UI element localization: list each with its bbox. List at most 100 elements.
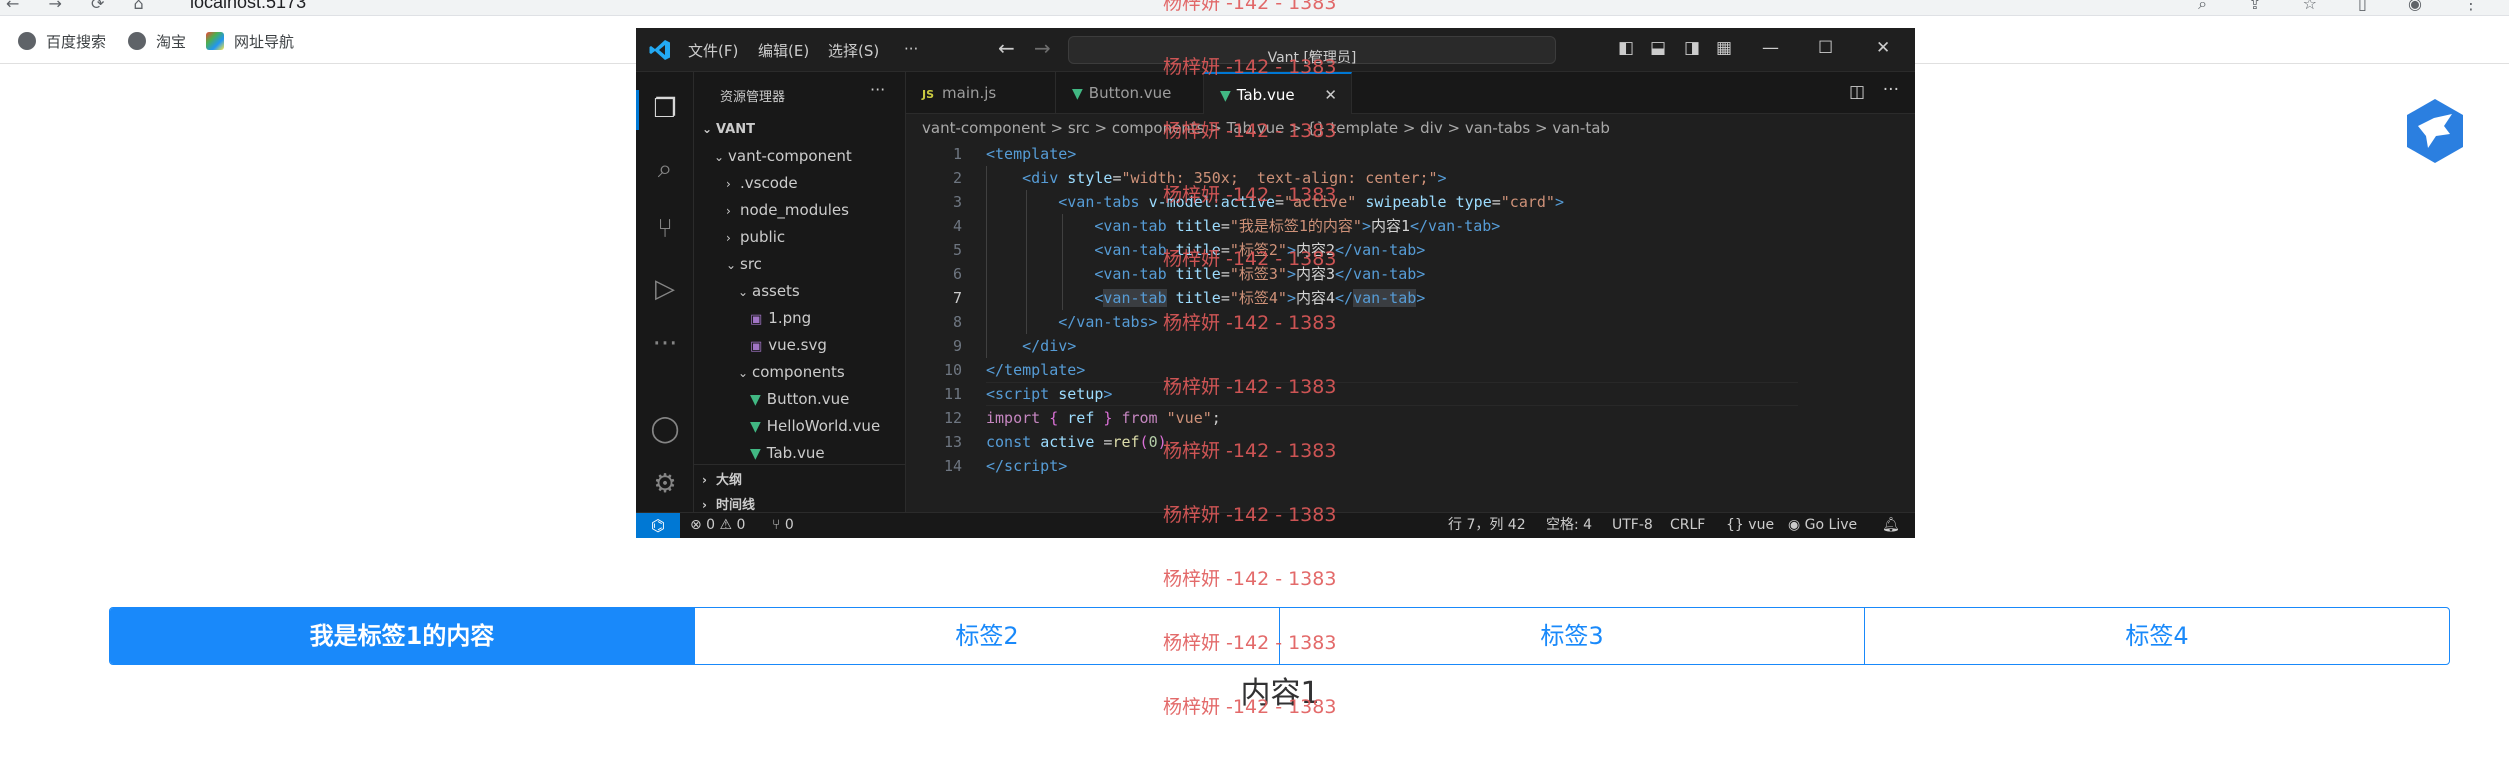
tree-item[interactable]: ▼ Button.vue — [694, 386, 905, 413]
more-actions-icon[interactable]: ··· — [1883, 80, 1899, 100]
bookmark-label: 网址导航 — [234, 33, 295, 51]
watermark-text: 杨梓妍 -142 - 1383 — [1163, 312, 1337, 334]
encoding-status[interactable]: UTF-8 — [1612, 513, 1653, 538]
line-number: 4 — [952, 217, 962, 235]
vant-tab-1[interactable]: 我是标签1的内容 — [110, 608, 694, 664]
outline-section[interactable]: › 大纲 — [694, 467, 905, 494]
watermark-text: 杨梓妍 -142 - 1383 — [1163, 632, 1337, 654]
maximize-icon[interactable]: ☐ — [1818, 38, 1833, 58]
explorer-title: 资源管理器 — [720, 90, 786, 105]
browser-nav-icons[interactable]: ← → ⟳ ⌂ — [6, 0, 156, 13]
eol-status[interactable]: CRLF — [1670, 513, 1705, 538]
minimize-icon[interactable]: — — [1762, 38, 1779, 58]
vant-tab-3[interactable]: 标签3 — [1279, 608, 1864, 664]
active-indicator — [636, 90, 639, 130]
menu-more[interactable]: ··· — [904, 40, 918, 58]
timeline-section[interactable]: › 时间线 — [694, 492, 905, 512]
tab-label: Button.vue — [1088, 84, 1172, 102]
tree-item-label: vant-component — [728, 147, 852, 165]
tree-item-label: Button.vue — [766, 390, 850, 408]
code-editor[interactable]: 1 2 3 4 5 6 7 8 9 10 11 12 13 14 <template> <div styl… — [906, 142, 1915, 512]
file-tree: ⌄ VANT ⌄ vant-component › .vscode › node_module… — [694, 116, 905, 464]
close-window-icon[interactable]: ✕ — [1876, 38, 1890, 58]
vant-tab-4[interactable]: 标签4 — [1864, 608, 2449, 664]
close-tab-icon[interactable]: ✕ — [1324, 74, 1337, 116]
source-control-icon[interactable]: ⑂ — [648, 212, 682, 246]
address-bar-url[interactable]: localhost:5173 — [190, 0, 306, 13]
tree-item[interactable]: ▼ Tab.vue — [694, 440, 905, 464]
explorer-icon[interactable]: ❐ — [648, 92, 682, 126]
activity-bar: ❐ ⌕ ⑂ ▷ ··· ◯ ⚙ — [636, 72, 694, 512]
split-editor-icon[interactable]: ◫ — [1849, 82, 1865, 102]
tree-item[interactable]: › public — [694, 224, 905, 251]
tree-item[interactable]: ⌄ vant-component — [694, 143, 905, 170]
tree-item[interactable]: ⌄ components — [694, 359, 905, 386]
search-icon[interactable]: ⌕ — [648, 152, 682, 186]
tree-item[interactable]: › .vscode — [694, 170, 905, 197]
gear-icon[interactable]: ⚙ — [648, 467, 682, 501]
toggle-panel-icon[interactable]: ⬓ — [1650, 38, 1666, 58]
chevron-right-icon: › — [702, 473, 707, 487]
broadcast-icon: ◉ — [1788, 517, 1801, 533]
tree-item-label: vue.svg — [768, 336, 827, 354]
tab-label: Tab.vue — [1236, 86, 1295, 104]
tree-item-label: src — [740, 255, 762, 273]
bookmark-baidu[interactable]: 百度搜索 — [18, 30, 106, 52]
bookmark-label: 百度搜索 — [46, 33, 107, 51]
breadcrumb[interactable]: vant-component > src > components > Tab.… — [906, 114, 1915, 142]
watermark-text: 杨梓妍 -142 - 1383 — [1163, 248, 1337, 270]
language-label: vue — [1748, 517, 1775, 533]
tree-item[interactable]: ⌄ assets — [694, 278, 905, 305]
menu-file[interactable]: 文件(F) — [688, 40, 738, 61]
cursor-position[interactable]: 行 7，列 42 — [1448, 513, 1526, 538]
tree-item[interactable]: ▣ 1.png — [694, 305, 905, 332]
errors-count: ⊗ 0 — [690, 517, 716, 533]
bird-app-icon[interactable] — [2400, 96, 2470, 166]
more-views-icon[interactable]: ··· — [648, 327, 682, 361]
toggle-sidebar-icon[interactable]: ◧ — [1618, 38, 1634, 58]
indentation-status[interactable]: 空格: 4 — [1546, 513, 1592, 538]
vue-file-icon: ▼ — [750, 392, 761, 408]
vue-file-icon: ▼ — [750, 419, 761, 435]
remote-icon[interactable]: ⌬ — [636, 513, 680, 538]
go-live-button[interactable]: ◉ Go Live — [1788, 513, 1857, 538]
problems-status[interactable]: ⊗ 0 ⚠ 0 — [690, 513, 745, 538]
outline-label: 大纲 — [716, 473, 743, 488]
chevron-down-icon: ⌄ — [714, 150, 725, 164]
tree-item[interactable]: ⌄ VANT — [694, 116, 905, 143]
back-arrow-icon[interactable]: ← — [998, 36, 1015, 60]
tree-item[interactable]: ▣ vue.svg — [694, 332, 905, 359]
line-number: 7 — [952, 289, 962, 307]
account-icon[interactable]: ◯ — [648, 412, 682, 446]
menu-selection[interactable]: 选择(S) — [828, 40, 879, 61]
forward-arrow-icon[interactable]: → — [1034, 36, 1051, 60]
tree-item[interactable]: › node_modules — [694, 197, 905, 224]
line-number: 2 — [952, 169, 962, 187]
run-debug-icon[interactable]: ▷ — [648, 272, 682, 306]
tab-main-js[interactable]: JS main.js — [906, 72, 1056, 114]
tree-item-label: components — [752, 363, 845, 381]
menu-edit[interactable]: 编辑(E) — [758, 40, 809, 61]
tree-item[interactable]: ⌄ src — [694, 251, 905, 278]
chevron-down-icon: ⌄ — [738, 366, 749, 380]
toggle-secondary-sidebar-icon[interactable]: ◨ — [1684, 38, 1700, 58]
bookmark-taobao[interactable]: 淘宝 — [128, 30, 186, 52]
chevron-right-icon: › — [726, 177, 731, 191]
tree-item[interactable]: ▼ HelloWorld.vue — [694, 413, 905, 440]
vscode-logo-icon — [648, 38, 672, 62]
code-line-10: </template> — [986, 361, 1086, 379]
js-file-icon: JS — [922, 88, 935, 101]
notifications-icon[interactable]: 🔔︎ — [1882, 513, 1900, 538]
customize-layout-icon[interactable]: ▦ — [1716, 38, 1732, 58]
tree-item-label: public — [740, 228, 786, 246]
bookmark-nav[interactable]: 网址导航 — [206, 30, 294, 52]
ports-status[interactable]: ⑂ 0 — [772, 513, 794, 538]
explorer-more-icon[interactable]: ··· — [870, 80, 885, 99]
code-line-14: </script> — [986, 457, 1068, 475]
line-number: 3 — [952, 193, 962, 211]
go-live-label: Go Live — [1804, 517, 1858, 533]
code-line-9: </div> — [1022, 337, 1077, 355]
language-status[interactable]: {} vue — [1726, 513, 1774, 538]
timeline-label: 时间线 — [716, 498, 756, 512]
browser-right-icons[interactable]: ⌕ ⇪ ☆ ▯ ◉ ⋮ — [2198, 0, 2497, 14]
